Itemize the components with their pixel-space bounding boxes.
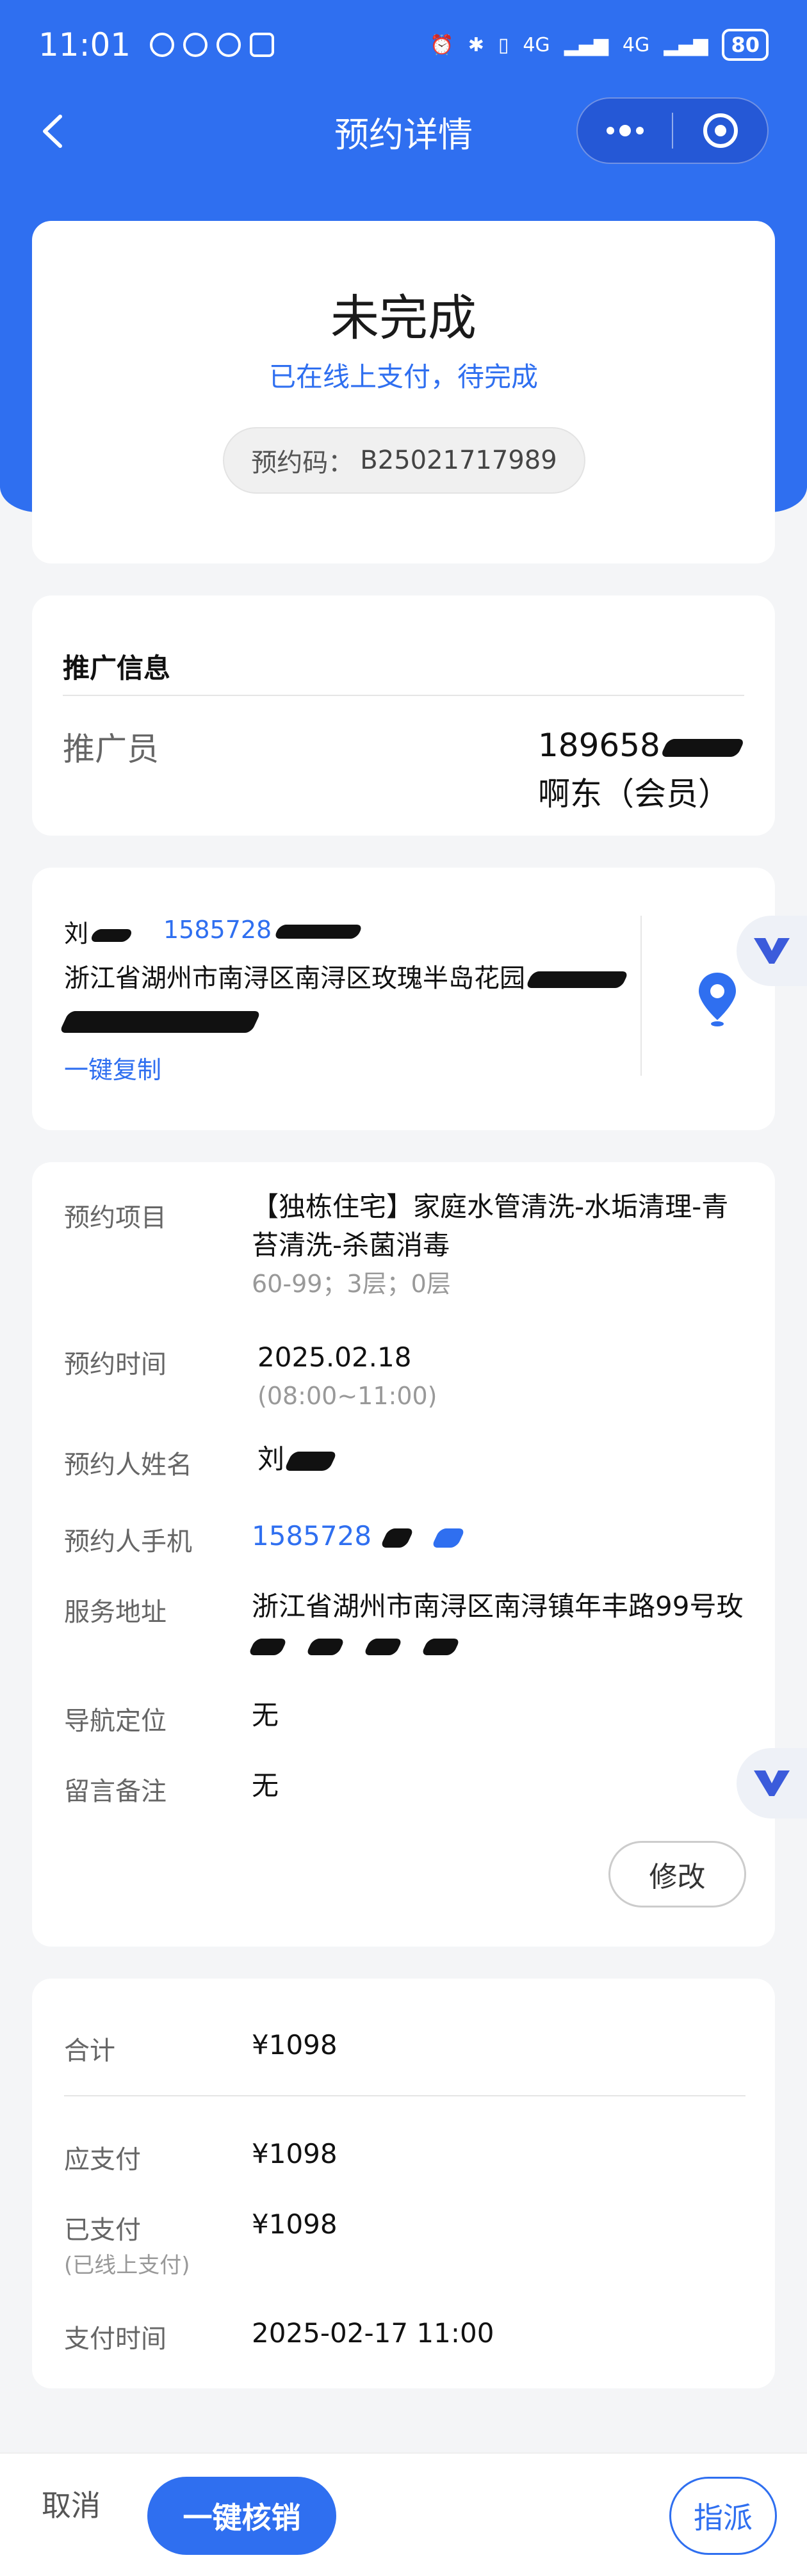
location-pin-icon[interactable] <box>695 970 740 1028</box>
more-button[interactable] <box>578 99 672 163</box>
status-time: 11:01 <box>38 26 131 63</box>
alarm-icon: ⏰ <box>430 33 454 56</box>
booking-detail-card: 预约项目 【独栋住宅】家庭水管清洗-水垢清理-青苔清洗-杀菌消毒 60-99；3… <box>32 1162 775 1947</box>
customer-name: 刘 <box>64 914 134 949</box>
sync-icon <box>216 33 241 57</box>
booking-code: 预约码： B25021717989 <box>223 427 585 494</box>
status-right: ⏰ ✱ ▯ 4G ▂▄▆ 4G ▂▄▆ 80 <box>430 29 769 61</box>
floating-assistant-button[interactable] <box>737 916 807 986</box>
bluetooth-icon: ✱ <box>468 33 484 56</box>
payment-label: 应支付 <box>64 2145 141 2175</box>
address-value: 浙江省湖州市南浔区南浔镇年丰路99号玫 <box>247 1587 751 1664</box>
redaction-mark <box>380 1528 415 1548</box>
status-notification-icons <box>150 33 275 57</box>
order-status-title: 未完成 <box>330 289 477 346</box>
back-icon[interactable] <box>32 109 77 154</box>
mini-program-capsule <box>576 97 769 164</box>
project-value: 【独栋住宅】家庭水管清洗-水垢清理-青苔清洗-杀菌消毒 60-99；3层；0层 <box>252 1191 729 1298</box>
edit-button[interactable]: 修改 <box>608 1841 746 1908</box>
promotion-card: 推广信息 推广员 189658 啊东（会员） <box>32 595 775 836</box>
target-icon <box>703 113 738 148</box>
redacted-address-line <box>247 1626 751 1664</box>
redaction-mark <box>284 1451 338 1471</box>
payment-label: 合计 <box>64 2036 115 2066</box>
detail-row-project: 预约项目 【独栋住宅】家庭水管清洗-水垢清理-青苔清洗-杀菌消毒 60-99；3… <box>64 1188 749 1303</box>
verify-button[interactable]: 一键核销 <box>147 2477 336 2555</box>
floating-assistant-button[interactable] <box>737 1748 807 1819</box>
nfc-icon <box>250 33 275 57</box>
customer-phone[interactable]: 1585728 <box>163 916 364 944</box>
status-bar: 11:01 ⏰ ✱ ▯ 4G ▂▄▆ 4G ▂▄▆ 80 <box>0 0 807 90</box>
v-logo-icon <box>754 938 790 964</box>
promotion-title: 推广信息 <box>63 652 171 684</box>
paid-sub-label: (已线上支付) <box>64 2253 190 2278</box>
page-title: 预约详情 <box>334 114 473 155</box>
redaction-mark <box>431 1528 466 1548</box>
payment-label: 已支付 <box>64 2216 141 2245</box>
redaction-mark <box>59 1011 261 1033</box>
detail-label: 预约人手机 <box>64 1527 192 1557</box>
cancel-button[interactable]: 取消 <box>42 2483 101 2525</box>
promoter-name: 啊东（会员） <box>538 775 730 813</box>
order-status-card: 未完成 已在线上支付，待完成 预约码： B25021717989 <box>32 221 775 563</box>
signal-icon: ▂▄▆ <box>564 33 608 56</box>
v-logo-icon <box>754 1770 790 1796</box>
notification-icon <box>150 33 175 57</box>
more-icon <box>606 125 644 136</box>
order-status-subtitle: 已在线上支付，待完成 <box>268 361 538 393</box>
divider <box>64 2095 746 2096</box>
nav-bar: 预约详情 <box>0 90 807 173</box>
redaction-mark <box>273 924 364 939</box>
promoter-phone: 189658 <box>538 727 746 764</box>
due-value: ¥1098 <box>252 2138 338 2169</box>
customer-address-card: 刘 1585728 浙江省湖州市南浔区南浔区玫瑰半岛花园 一键复制 <box>32 868 775 1130</box>
bottom-action-bar: 取消 一键核销 指派 <box>0 2452 807 2576</box>
app-icon <box>183 33 208 57</box>
paytime-value: 2025-02-17 11:00 <box>252 2317 494 2349</box>
detail-label: 留言备注 <box>64 1777 167 1806</box>
name-value: 刘 <box>257 1440 757 1478</box>
divider <box>640 916 642 1076</box>
redaction-mark <box>525 971 630 988</box>
total-value: ¥1098 <box>252 2029 338 2061</box>
time-value: 2025.02.18 (08:00~11:00) <box>257 1341 437 1410</box>
redaction-mark <box>89 928 134 942</box>
detail-label: 预约时间 <box>64 1350 167 1379</box>
paid-value: ¥1098 <box>252 2208 338 2240</box>
promoter-label: 推广员 <box>63 731 159 768</box>
note-value: 无 <box>252 1770 279 1801</box>
customer-address: 浙江省湖州市南浔区南浔区玫瑰半岛花园 <box>59 957 630 1033</box>
copy-address-button[interactable]: 一键复制 <box>64 1050 161 1085</box>
navigation-value: 无 <box>252 1699 279 1731</box>
booking-code-label: 预约码： <box>251 448 354 478</box>
redaction-mark <box>660 738 746 757</box>
close-miniapp-button[interactable] <box>673 99 767 163</box>
booking-code-value: B25021717989 <box>360 446 557 475</box>
detail-label: 导航定位 <box>64 1706 167 1736</box>
payment-card: 合计 ¥1098 应支付 ¥1098 已支付 ¥1098 (已线上支付) 支付时… <box>32 1979 775 2388</box>
phone-value[interactable]: 1585728 <box>252 1517 751 1555</box>
battery-indicator: 80 <box>722 29 769 61</box>
signal-label-1: 4G <box>523 33 550 56</box>
assign-button[interactable]: 指派 <box>669 2477 777 2555</box>
signal-icon-2: ▂▄▆ <box>664 33 708 56</box>
payment-label: 支付时间 <box>64 2324 167 2354</box>
signal-label-2: 4G <box>622 33 650 56</box>
vibrate-icon: ▯ <box>498 33 509 56</box>
divider <box>63 695 744 696</box>
detail-label: 预约人姓名 <box>64 1450 192 1480</box>
detail-label: 服务地址 <box>64 1598 167 1627</box>
detail-label: 预约项目 <box>64 1203 167 1233</box>
